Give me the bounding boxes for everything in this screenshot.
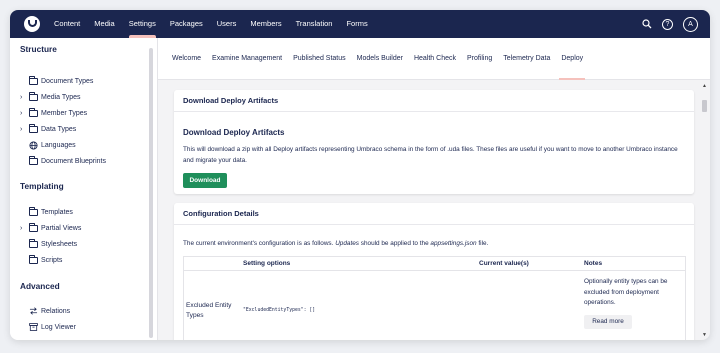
column-header-value: Current value(s): [479, 260, 529, 267]
tab-examine-management[interactable]: Examine Management: [212, 38, 282, 80]
nav-media[interactable]: Media: [94, 10, 114, 38]
card-title: Download Deploy Artifacts: [174, 90, 694, 112]
top-navigation: Content Media Settings Packages Users Me…: [10, 10, 710, 38]
card-description: This will download a zip with all Deploy…: [183, 146, 678, 164]
arrows-icon: [29, 306, 41, 316]
sidebar-scrollbar[interactable]: [149, 48, 153, 338]
templating-heading: Templating: [20, 181, 64, 191]
nav-members[interactable]: Members: [250, 10, 281, 38]
nav-users[interactable]: Users: [217, 10, 237, 38]
sidebar-item-member-types[interactable]: › Member Types: [20, 107, 87, 118]
folder-icon: [29, 206, 41, 217]
settings-tabs: Welcome Examine Management Published Sta…: [158, 38, 710, 80]
tab-deploy[interactable]: Deploy: [559, 38, 585, 80]
folder-icon: [29, 91, 41, 102]
configuration-details-card: Configuration Details The current enviro…: [174, 203, 694, 340]
folder-icon: [29, 123, 41, 134]
sidebar-item-languages[interactable]: Languages: [20, 140, 76, 150]
tab-models-builder[interactable]: Models Builder: [357, 38, 403, 80]
configuration-intro: The current environment's configuration …: [183, 240, 489, 247]
sidebar-item-document-types[interactable]: Document Types: [20, 75, 93, 86]
dashboard-content: Download Deploy Artifacts Download Deplo…: [158, 80, 710, 340]
tab-published-status[interactable]: Published Status: [293, 38, 346, 80]
tab-health-check[interactable]: Health Check: [414, 38, 456, 80]
folder-icon: [29, 75, 41, 86]
folder-icon: [29, 238, 41, 249]
nav-translation[interactable]: Translation: [296, 10, 333, 38]
card-heading: Download Deploy Artifacts: [183, 128, 285, 137]
tab-profiling[interactable]: Profiling: [467, 38, 492, 80]
folder-icon: [29, 155, 41, 166]
sidebar-item-log-viewer[interactable]: Log Viewer: [20, 322, 76, 332]
globe-icon: [29, 140, 41, 150]
sidebar-item-templates[interactable]: Templates: [20, 206, 73, 217]
nav-content[interactable]: Content: [54, 10, 80, 38]
help-icon[interactable]: ?: [662, 18, 673, 30]
setting-name: Excluded Entity Types: [186, 302, 232, 319]
top-right-tools: ? A: [642, 10, 698, 38]
card-title: Configuration Details: [174, 203, 694, 225]
tab-welcome[interactable]: Welcome: [172, 38, 201, 80]
chevron-right-icon[interactable]: ›: [20, 225, 29, 232]
setting-notes: Optionally entity types can be excluded …: [584, 278, 668, 306]
main-panel: Welcome Examine Management Published Sta…: [158, 38, 710, 340]
app-window: Content Media Settings Packages Users Me…: [10, 10, 710, 340]
scroll-up-icon[interactable]: ▲: [702, 83, 707, 89]
table-row: Excluded Entity Types "ExcludedEntityTyp…: [184, 271, 685, 340]
table-header: Setting options Current value(s) Notes: [184, 257, 685, 271]
sidebar-item-stylesheets[interactable]: Stylesheets: [20, 238, 77, 249]
download-artifacts-card: Download Deploy Artifacts Download Deplo…: [174, 90, 694, 194]
scroll-down-icon[interactable]: ▼: [702, 332, 707, 338]
folder-icon: [29, 107, 41, 118]
setting-value: "ExcludedEntityTypes": []: [243, 308, 316, 313]
archive-icon: [29, 322, 41, 332]
sidebar-item-partial-views[interactable]: › Partial Views: [20, 222, 81, 233]
structure-heading: Structure: [20, 44, 57, 54]
advanced-heading: Advanced: [20, 281, 60, 291]
column-header-notes: Notes: [584, 260, 603, 267]
nav-packages[interactable]: Packages: [170, 10, 203, 38]
content-scrollbar[interactable]: ▲ ▼: [700, 80, 708, 340]
chevron-right-icon[interactable]: ›: [20, 126, 29, 133]
read-more-button[interactable]: Read more: [584, 315, 632, 329]
settings-sidebar: Structure Document Types › Media Types ›…: [10, 38, 158, 340]
sidebar-item-data-types[interactable]: › Data Types: [20, 123, 76, 134]
search-icon[interactable]: [642, 19, 652, 29]
chevron-right-icon[interactable]: ›: [20, 110, 29, 117]
download-button[interactable]: Download: [183, 173, 227, 188]
column-header-setting: Setting options: [243, 260, 291, 267]
umbraco-logo-icon[interactable]: [24, 16, 40, 32]
scrollbar-thumb[interactable]: [702, 100, 707, 112]
folder-icon: [29, 254, 41, 265]
nav-forms[interactable]: Forms: [346, 10, 367, 38]
nav-settings[interactable]: Settings: [128, 10, 156, 38]
sidebar-item-relations[interactable]: Relations: [20, 306, 70, 316]
tab-telemetry-data[interactable]: Telemetry Data: [503, 38, 550, 80]
configuration-table: Setting options Current value(s) Notes E…: [183, 256, 686, 340]
chevron-right-icon[interactable]: ›: [20, 94, 29, 101]
sidebar-item-scripts[interactable]: Scripts: [20, 254, 62, 265]
user-avatar[interactable]: A: [683, 16, 698, 32]
sidebar-item-document-blueprints[interactable]: Document Blueprints: [20, 155, 106, 166]
sidebar-item-media-types[interactable]: › Media Types: [20, 91, 81, 102]
folder-icon: [29, 222, 41, 233]
